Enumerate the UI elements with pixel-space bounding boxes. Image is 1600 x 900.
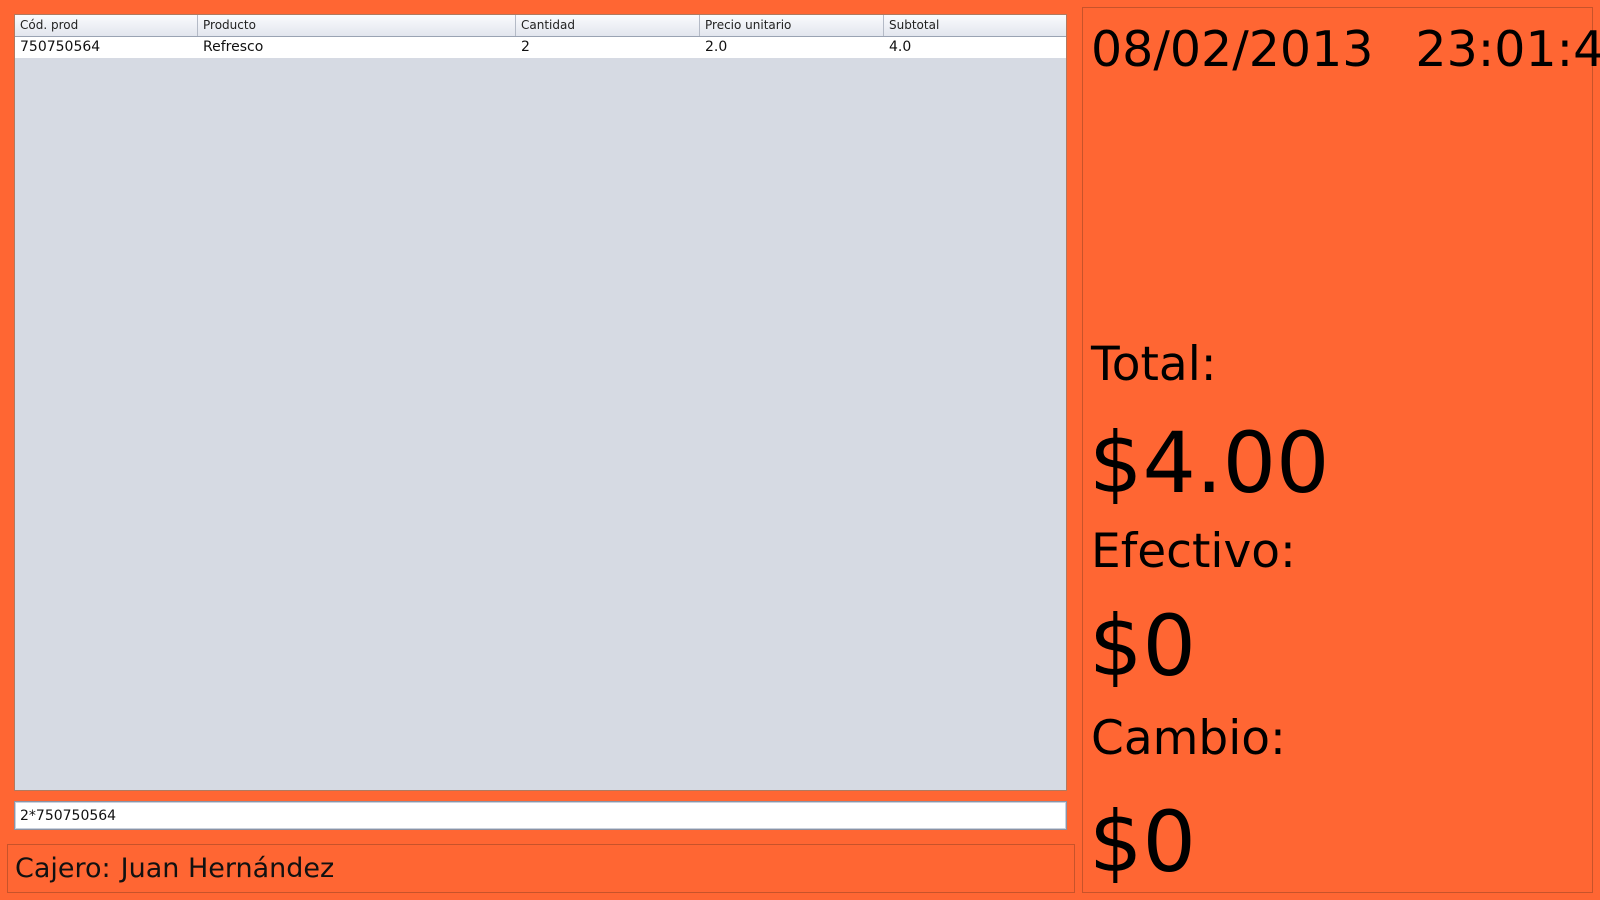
cell-product: Refresco: [203, 39, 264, 55]
cell-subtotal: 4.0: [889, 39, 912, 55]
current-date: 08/02/2013: [1091, 21, 1374, 78]
column-header-quantity[interactable]: Cantidad: [516, 15, 700, 36]
pos-window: Cód. prod Producto Cantidad Precio unita…: [0, 0, 1600, 900]
column-header-unit-price[interactable]: Precio unitario: [700, 15, 884, 36]
datetime-display: 08/02/2013 23:01:40: [1091, 20, 1600, 80]
cash-value: $0: [1089, 597, 1196, 695]
cell-code: 750750564: [20, 39, 101, 55]
cashier-label: Cajero:: [15, 853, 111, 884]
column-header-subtotal[interactable]: Subtotal: [884, 15, 1066, 36]
cell-unit-price: 2.0: [705, 39, 728, 55]
cashier-name: Juan Hernández: [120, 853, 335, 884]
change-value: $0: [1089, 793, 1196, 891]
total-value: $4.00: [1089, 414, 1330, 512]
column-header-product[interactable]: Producto: [198, 15, 516, 36]
table-header: Cód. prod Producto Cantidad Precio unita…: [15, 15, 1066, 37]
cash-label: Efectivo:: [1091, 524, 1296, 579]
column-header-code[interactable]: Cód. prod: [15, 15, 198, 36]
cashier-panel: Cajero: Juan Hernández: [7, 844, 1075, 893]
current-time: 23:01:40: [1415, 21, 1600, 78]
sale-items-table[interactable]: Cód. prod Producto Cantidad Precio unita…: [14, 14, 1067, 791]
cell-quantity: 2: [521, 39, 530, 55]
product-code-input[interactable]: [14, 801, 1067, 830]
totals-panel: 08/02/2013 23:01:40 Total: $4.00 Efectivo…: [1082, 7, 1600, 893]
change-label: Cambio:: [1091, 711, 1286, 766]
table-row[interactable]: 750750564 Refresco 2 2.0 4.0: [15, 37, 1066, 58]
total-label: Total:: [1091, 337, 1217, 392]
